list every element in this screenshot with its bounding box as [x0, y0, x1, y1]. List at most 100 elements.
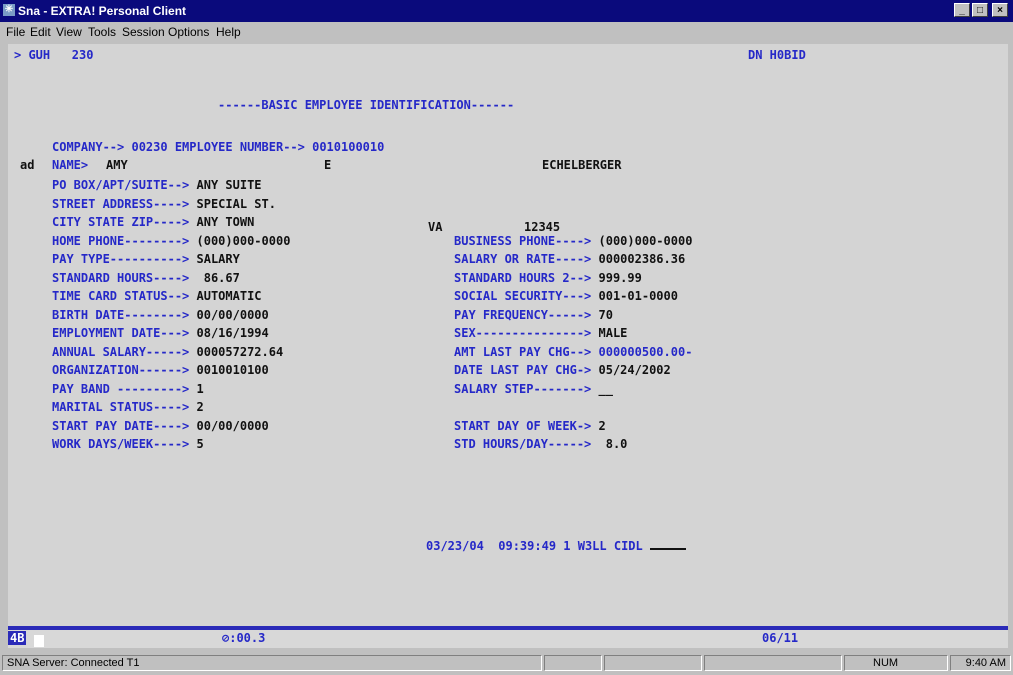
menu-session[interactable]: Session: [122, 25, 165, 39]
menu-options[interactable]: Options: [168, 25, 209, 39]
field-value[interactable]: 00/00/0000: [197, 419, 269, 433]
server-status: SNA Server: Connected T1: [2, 655, 542, 671]
status-bar: SNA Server: Connected T1 NUM 9:40 AM: [0, 652, 1013, 675]
field-label: TIME CARD STATUS-->: [52, 289, 197, 303]
app-icon: ✳: [3, 4, 15, 16]
left-field-row: BIRTH DATE--------> 00/00/0000: [52, 308, 269, 322]
field-value[interactable]: 00/00/0000: [197, 308, 269, 322]
close-button[interactable]: ×: [992, 3, 1008, 17]
menu-tools[interactable]: Tools: [88, 25, 116, 39]
field-value[interactable]: 86.67: [197, 271, 240, 285]
field-value[interactable]: ANY SUITE: [197, 178, 262, 192]
field-value[interactable]: __: [599, 382, 613, 396]
right-field-row: SEX---------------> MALE: [454, 326, 627, 340]
field-label: MARITAL STATUS---->: [52, 400, 197, 414]
field-value[interactable]: 70: [599, 308, 613, 322]
field-value[interactable]: 05/24/2002: [599, 363, 671, 377]
field-value[interactable]: 1: [197, 382, 204, 396]
timestamp-line: 03/23/04 09:39:49 1 W3LL CIDL: [426, 536, 686, 553]
field-value[interactable]: 5: [197, 437, 204, 451]
field-value[interactable]: 999.99: [599, 271, 642, 285]
right-field-row: SOCIAL SECURITY---> 001-01-0000: [454, 289, 678, 303]
oia-indicator: 4B: [8, 631, 27, 645]
field-label: STANDARD HOURS 2-->: [454, 270, 599, 285]
employee-number-label: EMPLOYEE NUMBER-->: [167, 140, 313, 154]
right-field-row: SALARY STEP-------> __: [454, 382, 613, 396]
right-field-row: STD HOURS/DAY-----> 8.0: [454, 437, 627, 451]
field-label: SALARY STEP------->: [454, 381, 599, 396]
field-value[interactable]: SPECIAL ST.: [197, 197, 276, 211]
field-label: PAY FREQUENCY----->: [454, 307, 599, 322]
menu-bar: File Edit View Tools Session Options Hel…: [0, 22, 1013, 42]
field-label: AMT LAST PAY CHG-->: [454, 344, 599, 359]
command-prompt[interactable]: > GUH 230: [14, 48, 93, 62]
left-field-row: PO BOX/APT/SUITE--> ANY SUITE: [52, 178, 262, 192]
field-label: STANDARD HOURS---->: [52, 270, 197, 285]
field-label: SALARY OR RATE---->: [454, 252, 599, 266]
field-value[interactable]: 08/16/1994: [197, 326, 269, 340]
field-value[interactable]: (000)000-0000: [197, 234, 291, 248]
right-field-row: STANDARD HOURS 2--> 999.99: [454, 271, 642, 285]
field-label: START PAY DATE---->: [52, 418, 197, 433]
maximize-button[interactable]: □: [972, 3, 988, 17]
middle-initial-field[interactable]: E: [324, 158, 331, 172]
field-value[interactable]: AUTOMATIC: [197, 289, 262, 303]
command-entry-field[interactable]: [649, 536, 686, 550]
left-field-row: START PAY DATE----> 00/00/0000: [52, 419, 269, 433]
minimize-button[interactable]: _: [954, 3, 970, 17]
field-label: EMPLOYMENT DATE--->: [52, 326, 197, 340]
field-value[interactable]: MALE: [599, 326, 628, 340]
operator-info-area: 4B ⊘:00.3 06/11: [8, 630, 1008, 648]
oia-cursor: [34, 633, 44, 647]
right-field-row: BUSINESS PHONE----> (000)000-0000: [454, 234, 692, 248]
field-label: PO BOX/APT/SUITE-->: [52, 178, 197, 192]
field-label: DATE LAST PAY CHG->: [454, 363, 599, 377]
field-value[interactable]: 000002386.36: [599, 252, 686, 266]
field-label: HOME PHONE-------->: [52, 233, 197, 248]
terminal-screen[interactable]: > GUH 230 DN H0BID ------BASIC EMPLOYEE …: [8, 44, 1008, 630]
right-field-row: PAY FREQUENCY-----> 70: [454, 308, 613, 322]
employee-number-value[interactable]: 0010100010: [312, 140, 384, 154]
field-value[interactable]: 2: [599, 419, 606, 433]
last-name-field[interactable]: ECHELBERGER: [542, 158, 621, 172]
field-value[interactable]: 2: [197, 400, 204, 414]
name-label: NAME>: [52, 158, 89, 172]
field-value[interactable]: ANY TOWN: [197, 215, 255, 229]
field-value[interactable]: (000)000-0000: [599, 234, 693, 248]
left-field-row: TIME CARD STATUS--> AUTOMATIC: [52, 289, 262, 303]
menu-help[interactable]: Help: [216, 25, 241, 39]
left-field-row: WORK DAYS/WEEK----> 5: [52, 437, 204, 451]
system-id: DN H0BID: [748, 48, 806, 62]
state-field[interactable]: VA: [428, 220, 442, 234]
screen-heading: ------BASIC EMPLOYEE IDENTIFICATION-----…: [218, 98, 515, 112]
left-field-row: ANNUAL SALARY-----> 000057272.64: [52, 345, 283, 359]
menu-edit[interactable]: Edit: [30, 25, 51, 39]
field-value[interactable]: 8.0: [599, 437, 628, 451]
left-field-row: PAY TYPE----------> SALARY: [52, 252, 240, 266]
cursor-block: [34, 634, 44, 647]
company-value[interactable]: 00230: [131, 140, 167, 154]
zip-field[interactable]: 12345: [524, 220, 560, 234]
left-field-row: STREET ADDRESS----> SPECIAL ST.: [52, 197, 276, 211]
field-label: STD HOURS/DAY----->: [454, 437, 599, 451]
cursor-position: 06/11: [762, 631, 799, 645]
ad-flag: ad: [20, 158, 35, 172]
left-field-row: ORGANIZATION------> 0010010100: [52, 363, 269, 377]
first-name-field[interactable]: AMY: [106, 158, 128, 172]
field-value[interactable]: 000057272.64: [197, 345, 284, 359]
right-field-row: AMT LAST PAY CHG--> 000000500.00-: [454, 345, 692, 359]
left-field-row: EMPLOYMENT DATE---> 08/16/1994: [52, 326, 269, 340]
field-value[interactable]: SALARY: [197, 252, 240, 266]
field-label: STREET ADDRESS---->: [52, 196, 197, 211]
field-label: PAY BAND --------->: [52, 381, 197, 396]
menu-view[interactable]: View: [56, 25, 82, 39]
field-value[interactable]: 001-01-0000: [599, 289, 678, 303]
field-label: ANNUAL SALARY----->: [52, 344, 197, 359]
company-employee-line: COMPANY--> 00230 EMPLOYEE NUMBER--> 0010…: [52, 140, 384, 154]
field-label: BIRTH DATE-------->: [52, 307, 197, 322]
left-field-row: CITY STATE ZIP----> ANY TOWN: [52, 215, 254, 229]
menu-file[interactable]: File: [6, 25, 25, 39]
field-value[interactable]: 0010010100: [197, 363, 269, 377]
left-field-row: PAY BAND ---------> 1: [52, 382, 204, 396]
field-value[interactable]: 000000500.00-: [599, 345, 693, 359]
